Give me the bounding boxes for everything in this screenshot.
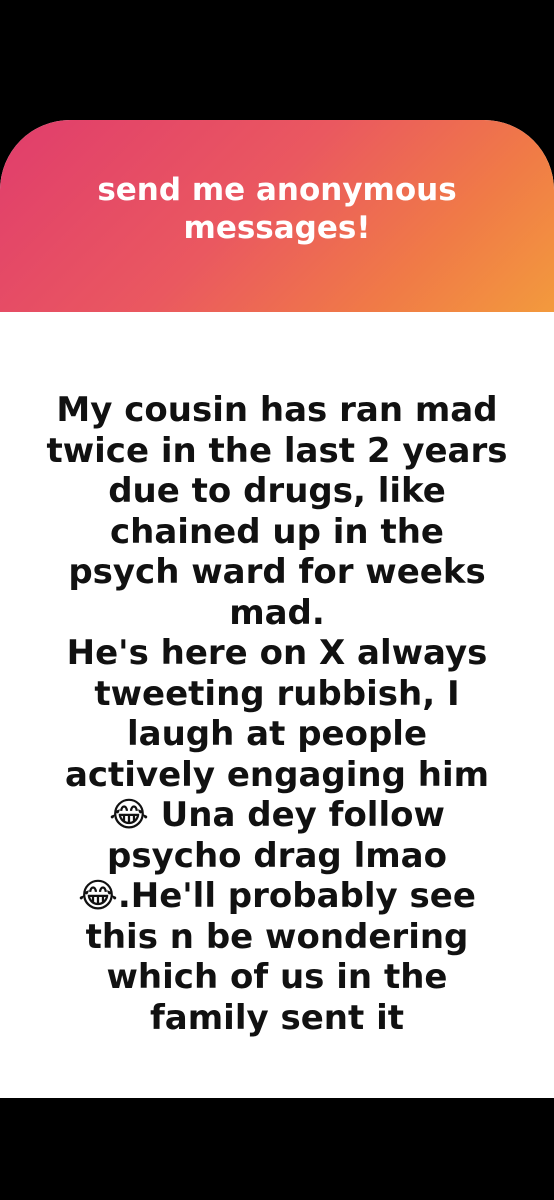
message-line: chained up in the bbox=[110, 511, 444, 552]
message-line: this n be wondering bbox=[85, 916, 469, 957]
bottom-bar bbox=[0, 1098, 554, 1200]
message-line: He's here on X always bbox=[66, 633, 488, 673]
message-line: psych ward for weeks bbox=[68, 552, 486, 592]
message-line: psycho drag lmao bbox=[107, 835, 447, 876]
message-text: My cousin has ran mad twice in the last … bbox=[27, 390, 527, 1038]
message-line: which of us in the bbox=[106, 957, 448, 997]
message-line: laugh at people bbox=[126, 714, 428, 754]
message-line: due to drugs, like bbox=[108, 471, 446, 511]
card-header: send me anonymous messages! bbox=[0, 120, 554, 312]
card-body: My cousin has ran mad twice in the last … bbox=[0, 312, 554, 1038]
message-line: My cousin has ran mad bbox=[56, 390, 498, 430]
message-line: mad. bbox=[229, 592, 325, 633]
message-line: twice in the last 2 years bbox=[46, 430, 508, 471]
message-line: tweeting rubbish, I bbox=[94, 673, 460, 714]
card-title: send me anonymous messages! bbox=[97, 172, 457, 246]
message-line: 😂.He'll probably see bbox=[78, 876, 476, 916]
screenshot-page: send me anonymous messages! My cousin ha… bbox=[0, 0, 554, 1200]
message-line: family sent it bbox=[150, 997, 404, 1038]
message-line: 😂 Una dey follow bbox=[109, 795, 445, 835]
message-line: actively engaging him bbox=[64, 754, 490, 795]
anonymous-message-card: send me anonymous messages! My cousin ha… bbox=[0, 120, 554, 1098]
